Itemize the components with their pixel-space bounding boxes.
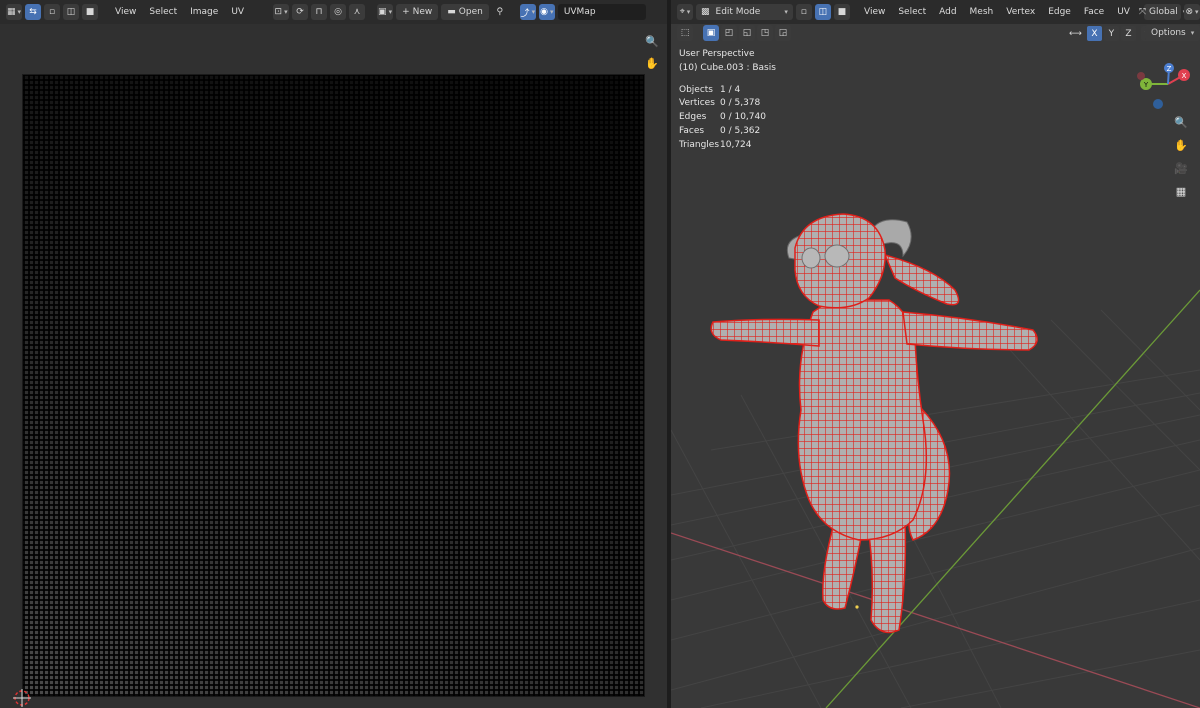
falloff-icon[interactable]: ⋏ [349,4,366,20]
uv-sticky-icon[interactable]: ⤴ ▾ [519,4,536,20]
pivot-icon[interactable]: ⊡ ▾ [273,4,290,20]
3d-viewport: ⌖ ▾ ▩ Edit Mode ▾ ▫ ◫ ■ View Select Add M… [671,0,1200,708]
uvmap-field[interactable]: UVMap [557,4,646,20]
right-arm [902,311,1038,351]
edge-select-icon[interactable]: ◫ [63,4,79,20]
snap-icon[interactable]: ⟳ [292,4,309,20]
eye-left [801,247,821,269]
ear [883,253,960,306]
uv-sync-toggle[interactable]: ⇆ [25,4,41,20]
2d-cursor-icon[interactable] [12,688,32,708]
open-image-button[interactable]: ▬ Open [441,4,489,20]
uv-menu-uv[interactable]: UV [226,4,249,20]
vertex-select-icon[interactable]: ▫ [44,4,60,20]
zoom-icon[interactable]: 🔍 [642,31,662,51]
eye-right [824,244,850,268]
left-arm [710,318,820,347]
uv-layout-canvas[interactable] [22,74,645,697]
open-image-label: Open [458,7,483,17]
uv-editor-header: ▦ ▾ ⇆ ▫ ◫ ■ View Select Image UV ⊡ ▾ ⟳ ⊓ ◎… [0,0,667,24]
snap-target-icon[interactable]: ⊓ [311,4,328,20]
uv-menu-select[interactable]: Select [144,4,182,20]
editor-type-button[interactable]: ▦ ▾ [6,4,22,20]
uv-editor: ▦ ▾ ⇆ ▫ ◫ ■ View Select Image UV ⊡ ▾ ⟳ ⊓ ◎… [0,0,667,708]
pin-icon[interactable]: ⚲ [492,4,508,20]
overlay-icon[interactable]: ◉ ▾ [538,4,555,20]
new-image-button[interactable]: + New [396,4,439,20]
character-mesh[interactable] [671,0,1200,708]
image-browse-icon[interactable]: ▣ ▾ [377,4,394,20]
face-select-icon[interactable]: ■ [82,4,98,20]
new-image-label: New [412,7,433,17]
origin-dot [855,605,859,609]
pan-hand-icon[interactable]: ✋ [642,53,662,73]
proportional-edit-icon[interactable]: ◎ [330,4,347,20]
uv-menu-view[interactable]: View [110,4,141,20]
uv-menu-image[interactable]: Image [185,4,223,20]
